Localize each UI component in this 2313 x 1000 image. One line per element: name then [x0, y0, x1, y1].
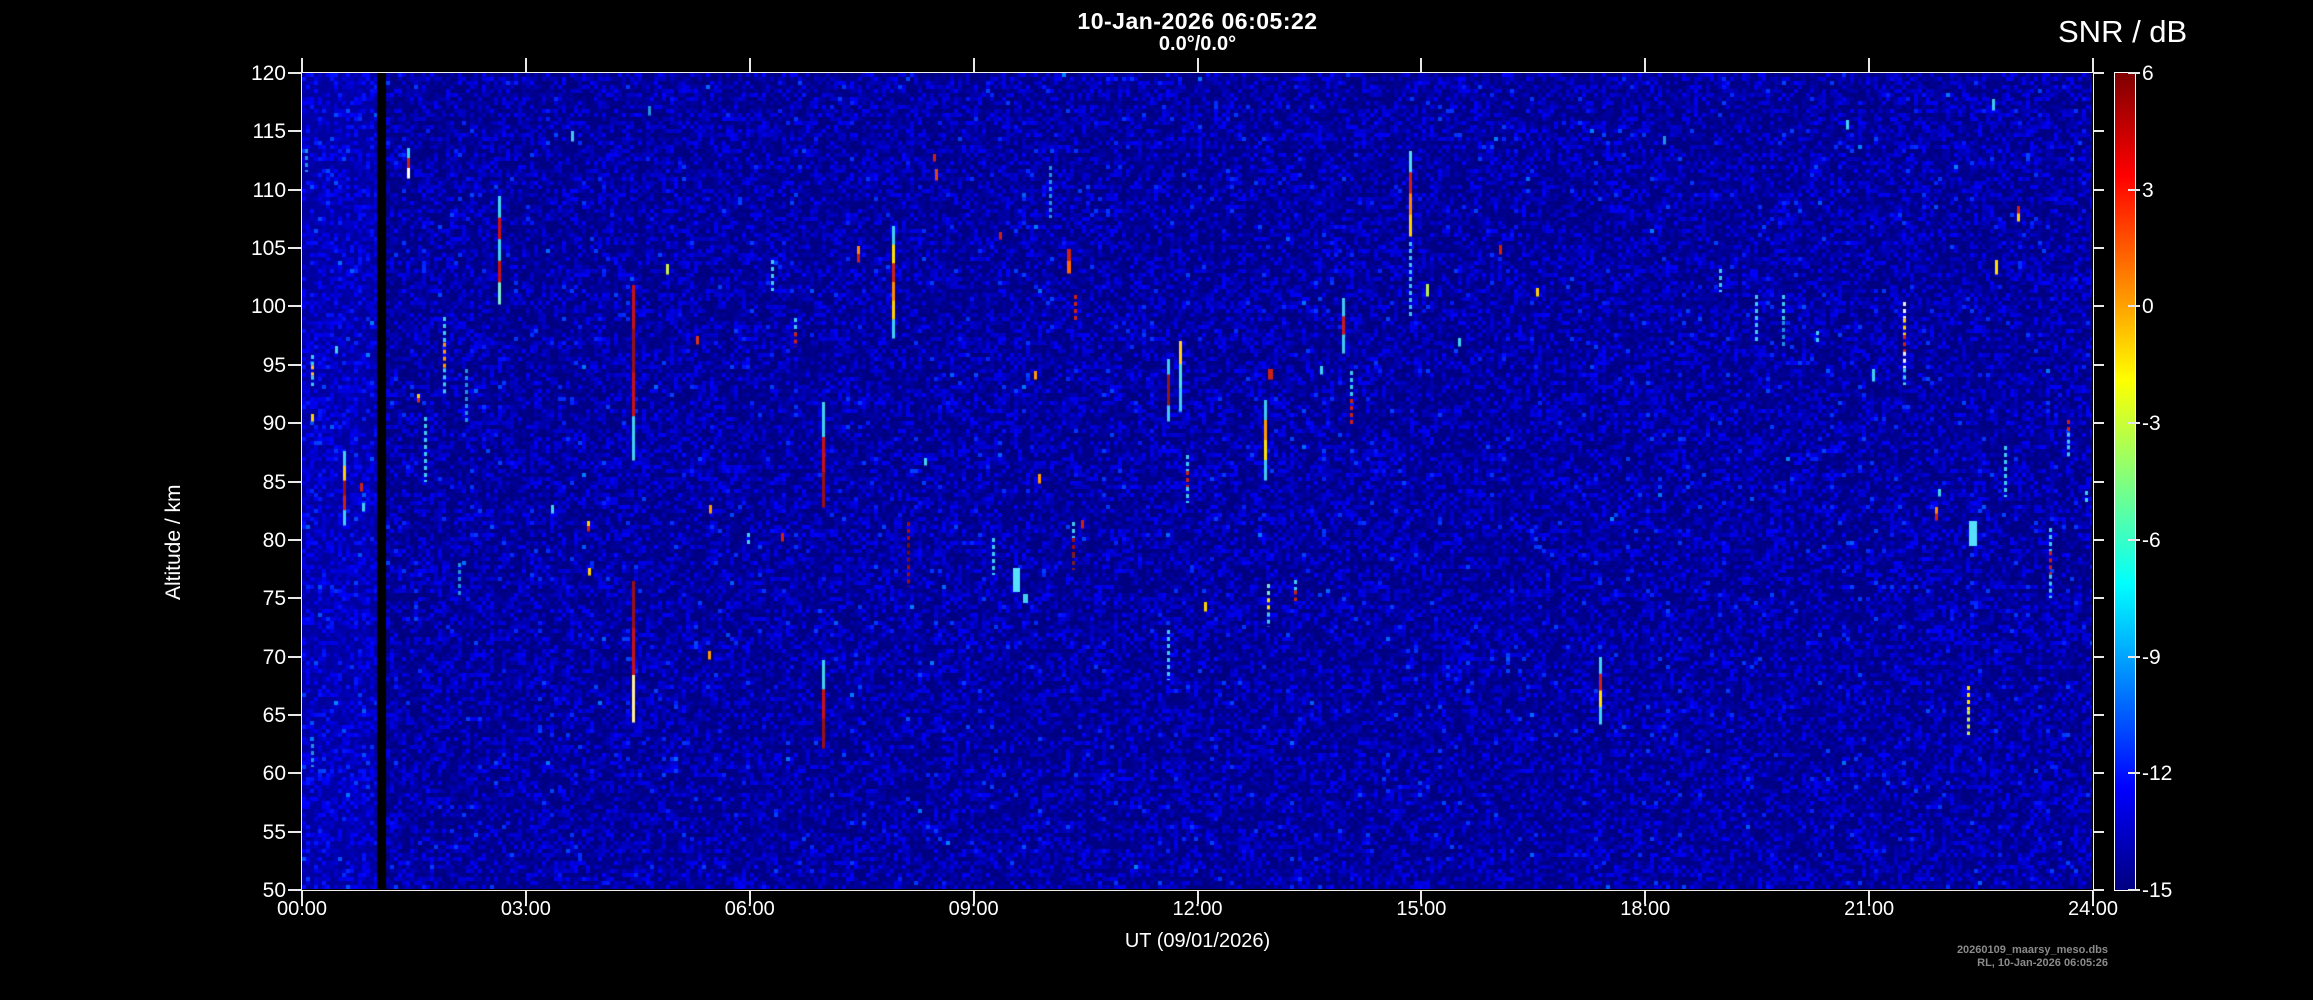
colorbar-tick-label: -3: [2142, 412, 2161, 436]
y-tick-label: 110: [252, 178, 286, 202]
tick-mark: [2128, 72, 2140, 74]
tick-mark: [2128, 422, 2140, 425]
tick-mark: [2128, 188, 2140, 191]
tick-mark: [288, 188, 301, 191]
colorbar-tick-label: -6: [2142, 528, 2161, 552]
tick-mark: [288, 655, 301, 658]
tick-mark: [2094, 305, 2104, 308]
tick-mark: [288, 830, 301, 833]
tick-mark: [288, 305, 301, 308]
tick-mark: [288, 538, 301, 541]
tick-mark: [2128, 305, 2140, 308]
tick-mark: [2094, 188, 2104, 191]
y-tick-label: 115: [252, 120, 286, 144]
colorbar-tick-label: -9: [2142, 645, 2161, 669]
y-tick-label: 65: [262, 703, 286, 727]
tick-mark: [288, 713, 301, 716]
tick-mark: [288, 130, 301, 133]
plot-title-datetime: 10-Jan-2026 06:05:22: [1077, 8, 1318, 34]
tick-mark: [1868, 891, 1871, 904]
tick-mark: [524, 891, 527, 904]
tick-mark: [288, 363, 301, 366]
tick-mark: [1420, 58, 1423, 72]
tick-mark: [2128, 538, 2140, 541]
y-tick-label: 70: [262, 645, 286, 669]
y-tick-label: 105: [250, 237, 286, 261]
y-tick-label: 55: [262, 820, 286, 844]
tick-mark: [2094, 480, 2104, 483]
y-tick-label: 90: [262, 412, 286, 436]
y-tick-label: 100: [250, 295, 286, 319]
y-tick-label: 60: [262, 762, 286, 786]
tick-mark: [2092, 58, 2094, 72]
colorbar-tick-label: -12: [2142, 762, 2173, 786]
colorbar-tick-label: 3: [2142, 178, 2154, 202]
tick-mark: [1196, 58, 1199, 72]
tick-mark: [748, 58, 751, 72]
y-tick-label: 85: [262, 470, 286, 494]
tick-mark: [288, 597, 301, 600]
radargram-screen: 10-Jan-2026 06:05:22 0.0°/0.0° SNR / dB …: [0, 0, 2313, 1000]
tick-mark: [748, 891, 751, 904]
tick-mark: [2094, 889, 2104, 891]
tick-mark: [2092, 891, 2094, 904]
tick-mark: [2128, 772, 2140, 775]
tick-mark: [1196, 891, 1199, 904]
tick-mark: [972, 891, 975, 904]
tick-mark: [2094, 363, 2104, 366]
tick-mark: [2094, 597, 2104, 600]
y-tick-label: 75: [262, 587, 286, 611]
colorbar-tick-label: 6: [2142, 62, 2154, 85]
y-axis-label: Altitude / km: [162, 484, 185, 600]
tick-mark: [301, 58, 303, 72]
y-tick-label: 95: [262, 353, 286, 377]
colorbar-tick-label: 0: [2142, 295, 2154, 319]
tick-mark: [972, 58, 975, 72]
colorbar-gradient: [2114, 72, 2136, 891]
colorbar-title: SNR / dB: [2058, 14, 2188, 49]
y-tick-label: 80: [262, 528, 286, 552]
plot-frame: [301, 72, 2094, 891]
tick-mark: [2094, 130, 2104, 133]
tick-mark: [2094, 538, 2104, 541]
tick-mark: [1644, 58, 1647, 72]
tick-mark: [2094, 655, 2104, 658]
tick-mark: [524, 58, 527, 72]
tick-mark: [288, 72, 301, 74]
tick-mark: [2128, 655, 2140, 658]
watermark: 20260109_maarsy_meso.dbs RL, 10-Jan-2026…: [1800, 944, 2108, 970]
watermark-filename: 20260109_maarsy_meso.dbs: [1956, 944, 2108, 956]
tick-mark: [1420, 891, 1423, 904]
tick-mark: [288, 422, 301, 425]
y-tick-label: 120: [250, 62, 286, 85]
tick-mark: [1868, 58, 1871, 72]
tick-mark: [301, 891, 303, 904]
tick-mark: [2094, 72, 2104, 74]
watermark-timestamp: RL, 10-Jan-2026 06:05:26: [1977, 957, 2108, 969]
tick-mark: [2094, 830, 2104, 833]
tick-mark: [2094, 772, 2104, 775]
tick-mark: [288, 480, 301, 483]
tick-mark: [2094, 422, 2104, 425]
tick-mark: [288, 247, 301, 250]
tick-mark: [288, 772, 301, 775]
plot-title-beam-direction: 0.0°/0.0°: [1158, 33, 1237, 55]
colorbar-tick-label: -15: [2142, 879, 2173, 902]
tick-mark: [2128, 889, 2140, 891]
tick-mark: [2094, 713, 2104, 716]
tick-mark: [288, 889, 301, 891]
tick-mark: [1644, 891, 1647, 904]
snr-heatmap-canvas: [302, 73, 2092, 889]
tick-mark: [2094, 247, 2104, 250]
